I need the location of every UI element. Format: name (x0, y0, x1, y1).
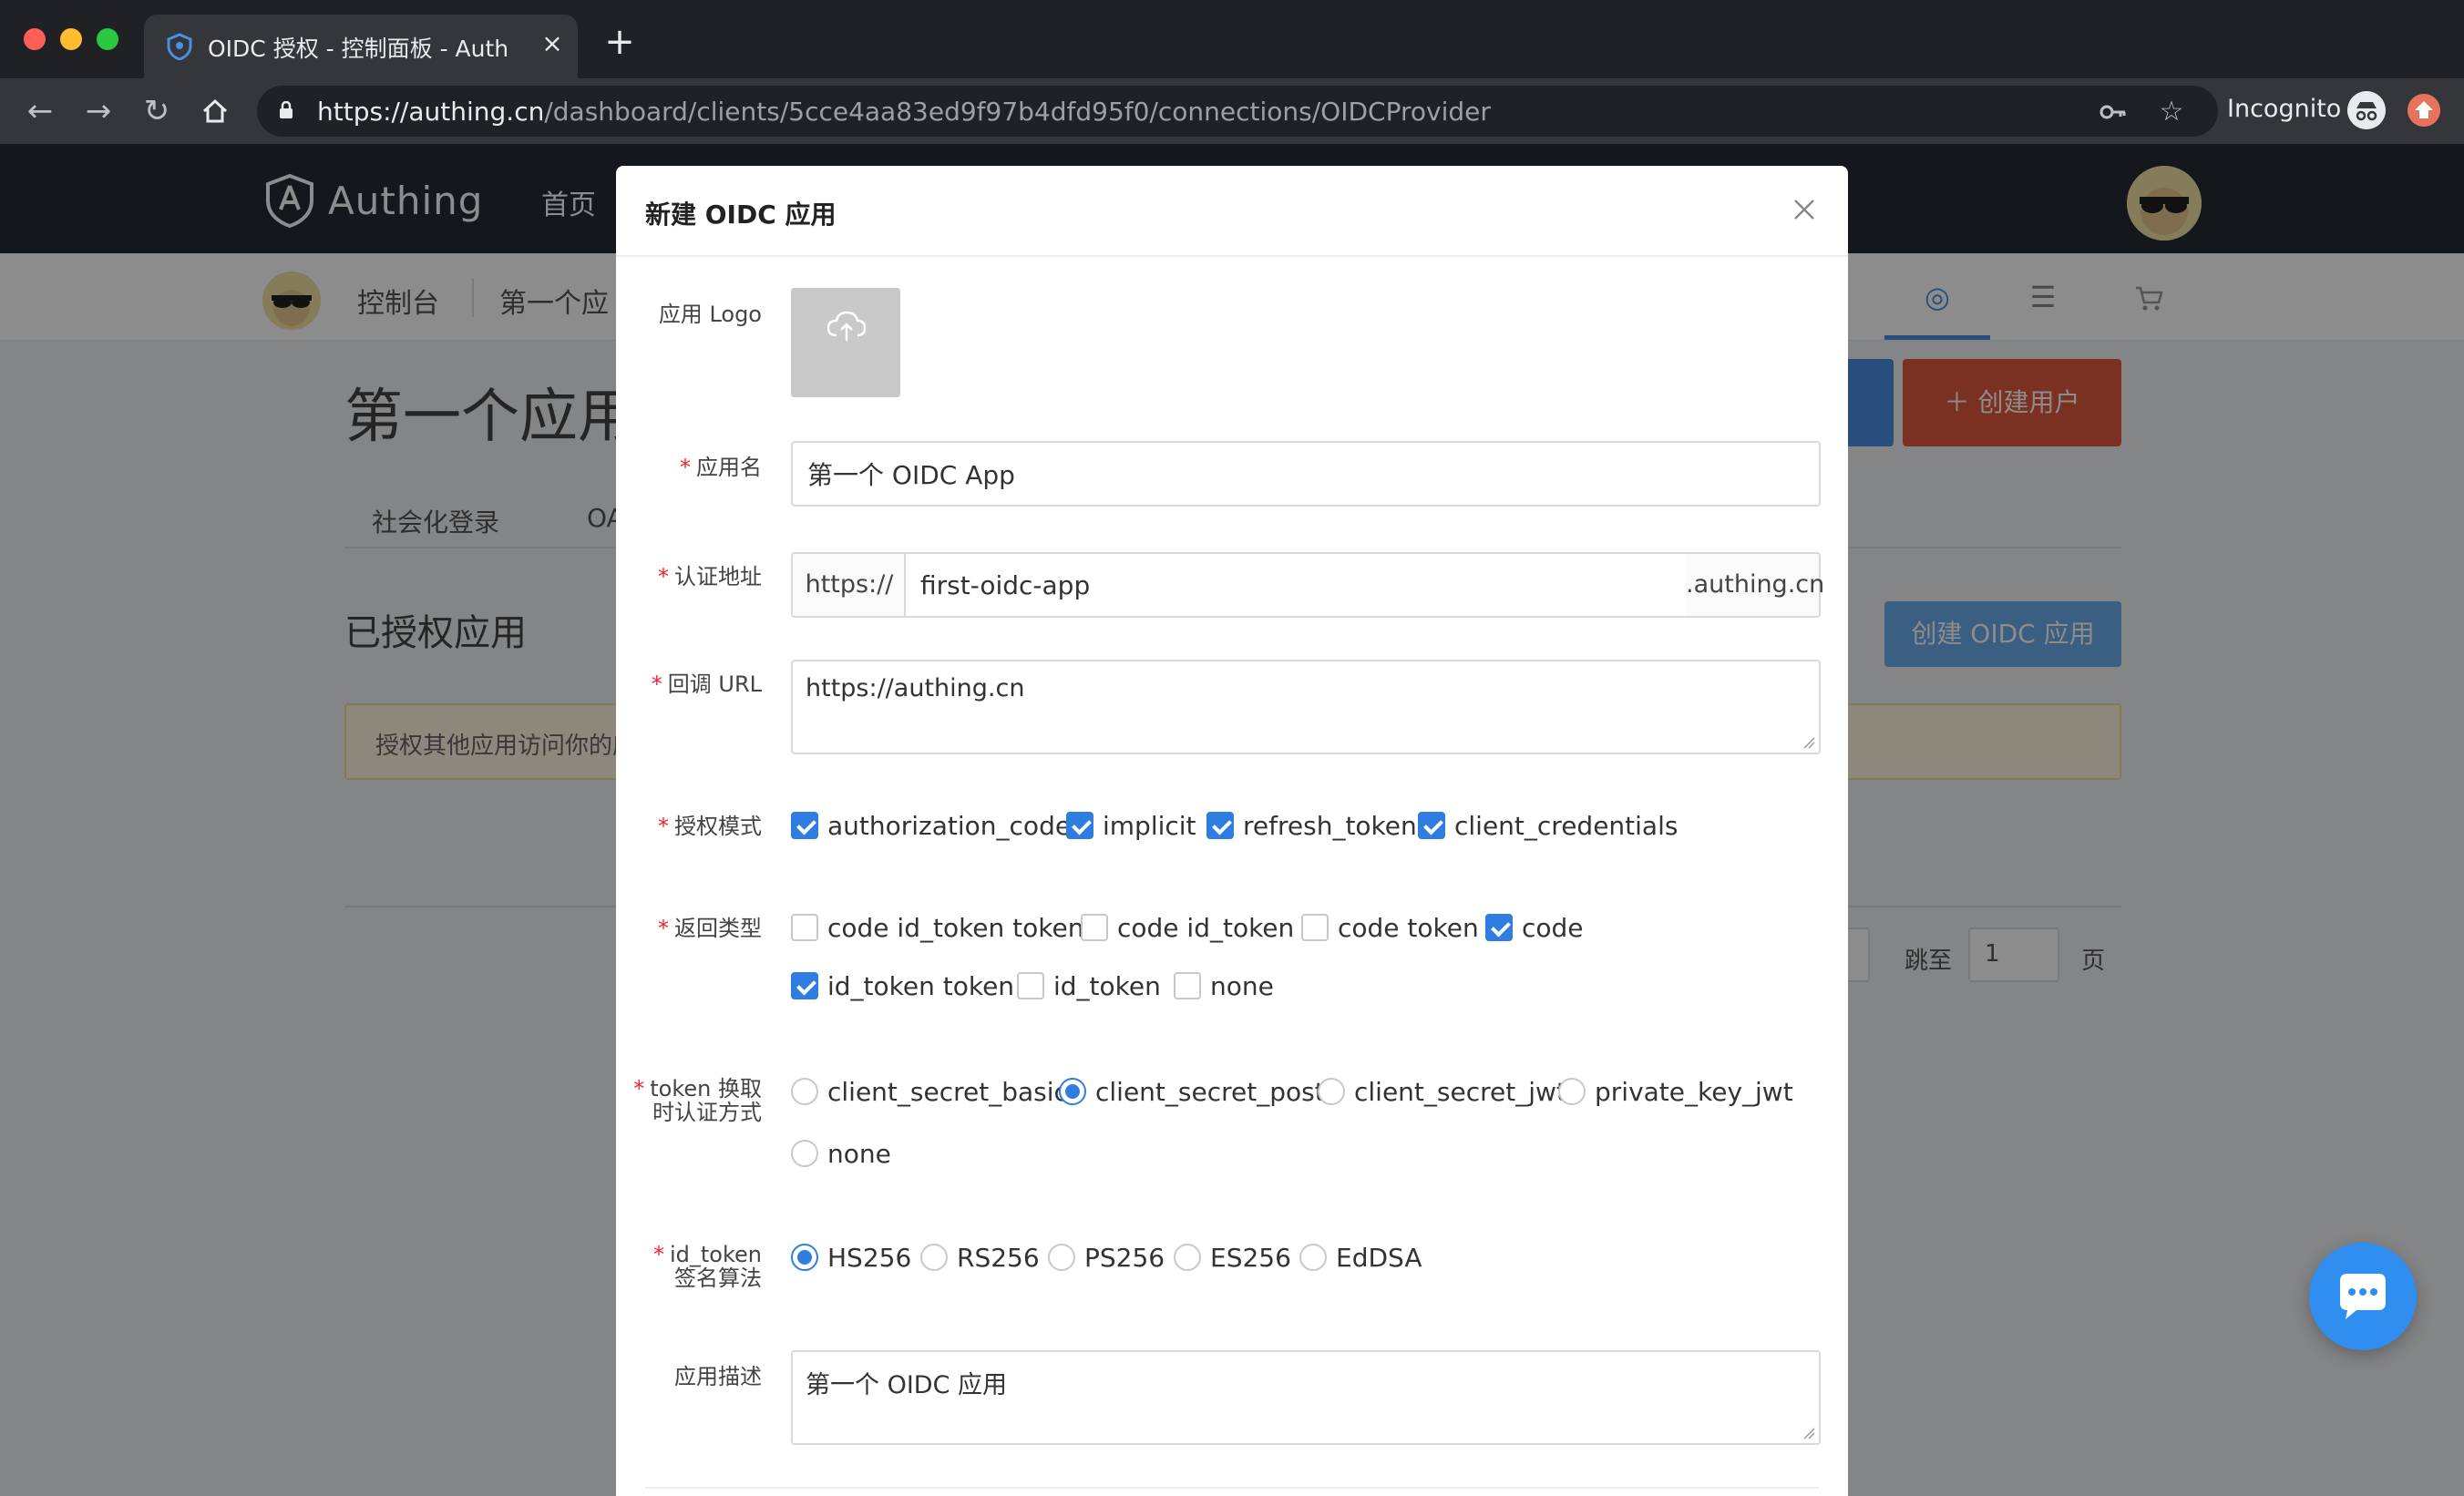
shield-icon (167, 33, 192, 60)
callback-url-textarea[interactable]: https://authing.cn (791, 660, 1821, 754)
radio[interactable] (920, 1244, 948, 1271)
app-description-textarea[interactable]: 第一个 OIDC 应用 (791, 1350, 1821, 1445)
response-option-code[interactable]: code (1485, 911, 1584, 944)
incognito-icon[interactable] (2347, 91, 2386, 129)
create-oidc-app-modal: 新建 OIDC 应用 应用 Logo *应用名 *认证地址 https:// .… (616, 166, 1848, 1496)
checkbox[interactable] (1017, 972, 1044, 999)
signing-alg-label: * id_token 签名算法 (652, 1242, 762, 1291)
reload-icon[interactable]: ↻ (140, 95, 173, 128)
extension-icon[interactable] (2408, 94, 2440, 127)
checkbox[interactable] (1485, 914, 1513, 941)
minimize-window-button[interactable] (60, 28, 82, 50)
app-description-value: 第一个 OIDC 应用 (806, 1371, 1008, 1399)
url-text: https://authing.cn/dashboard/clients/5cc… (317, 97, 1491, 127)
radio[interactable] (791, 1244, 818, 1271)
sign-alg-rs256[interactable]: RS256 (920, 1241, 1040, 1274)
auth-address-suffix: .authing.cn (1686, 552, 1824, 618)
checkbox[interactable] (791, 972, 818, 999)
callback-url-label: * 回调 URL (651, 671, 762, 697)
response-option-id-token[interactable]: id_token (1017, 969, 1161, 1002)
grant-option-client-credentials[interactable]: client_credentials (1418, 809, 1678, 842)
grant-option-refresh-token[interactable]: refresh_token (1206, 809, 1417, 842)
maximize-window-button[interactable] (97, 28, 118, 50)
cloud-upload-icon (826, 311, 867, 341)
tab-title: OIDC 授权 - 控制面板 - Authing (208, 36, 508, 62)
radio[interactable] (1299, 1244, 1327, 1271)
radio[interactable] (1048, 1244, 1075, 1271)
response-option-id-token-token[interactable]: id_token token (791, 969, 1014, 1002)
resize-handle-icon[interactable] (1802, 1427, 1815, 1440)
callback-url-value: https://authing.cn (806, 674, 1025, 702)
grant-option-implicit[interactable]: implicit (1066, 809, 1196, 842)
radio[interactable] (1318, 1078, 1345, 1105)
chat-support-button[interactable] (2309, 1243, 2417, 1350)
radio[interactable] (1059, 1078, 1086, 1105)
tab-close-icon[interactable]: × (536, 27, 569, 60)
browser-tab-strip: OIDC 授权 - 控制面板 - Authing × + (0, 0, 2464, 78)
checkbox[interactable] (791, 812, 818, 839)
modal-title: 新建 OIDC 应用 (645, 200, 837, 230)
back-icon[interactable]: ← (24, 95, 56, 128)
response-option-none[interactable]: none (1174, 969, 1274, 1002)
logo-upload[interactable] (791, 288, 900, 397)
checkbox[interactable] (1418, 812, 1445, 839)
lock-icon (280, 101, 293, 118)
sign-alg-ps256[interactable]: PS256 (1048, 1241, 1165, 1274)
token-auth-method-label: * token 换取 时认证方式 (633, 1076, 762, 1125)
response-option-code-token[interactable]: code token (1301, 911, 1479, 944)
browser-toolbar: ← → ↻ https://authing.cn/dashboard/clien… (0, 78, 2464, 144)
token-auth-private-key-jwt[interactable]: private_key_jwt (1558, 1075, 1793, 1108)
grant-type-label: * 授权模式 (658, 814, 762, 839)
close-window-button[interactable] (24, 28, 46, 50)
radio[interactable] (1174, 1244, 1201, 1271)
app-name-label: * 应用名 (680, 455, 762, 480)
token-auth-client-secret-post[interactable]: client_secret_post (1059, 1075, 1325, 1108)
incognito-label: Incognito (2227, 95, 2342, 123)
modal-footer-divider (645, 1487, 1819, 1489)
forward-icon[interactable]: → (82, 95, 115, 128)
response-option-code-id-token[interactable]: code id_token (1081, 911, 1294, 944)
radio[interactable] (791, 1078, 818, 1105)
response-type-label: * 返回类型 (658, 916, 762, 941)
modal-header: 新建 OIDC 应用 (616, 166, 1848, 257)
response-option-code-id-token-token[interactable]: code id_token token (791, 911, 1083, 944)
home-icon[interactable] (199, 95, 231, 128)
radio[interactable] (1558, 1078, 1586, 1105)
app-description-label: 应用描述 (674, 1364, 762, 1389)
sign-alg-hs256[interactable]: HS256 (791, 1241, 911, 1274)
address-bar[interactable]: https://authing.cn/dashboard/clients/5cc… (257, 86, 2218, 137)
token-auth-none[interactable]: none (791, 1137, 891, 1170)
sign-alg-eddsa[interactable]: EdDSA (1299, 1241, 1422, 1274)
token-auth-client-secret-jwt[interactable]: client_secret_jwt (1318, 1075, 1566, 1108)
checkbox[interactable] (791, 914, 818, 941)
token-auth-client-secret-basic[interactable]: client_secret_basic (791, 1075, 1068, 1108)
radio[interactable] (791, 1140, 818, 1167)
grant-option-authorization-code[interactable]: authorization_code (791, 809, 1071, 842)
close-icon[interactable] (1788, 193, 1821, 226)
auth-address-label: * 认证地址 (658, 564, 762, 589)
key-icon[interactable] (2098, 97, 2129, 128)
new-tab-button[interactable]: + (601, 24, 638, 60)
star-icon[interactable]: ☆ (2156, 97, 2187, 128)
browser-tab-active[interactable]: OIDC 授权 - 控制面板 - Authing × (144, 15, 578, 78)
checkbox[interactable] (1066, 812, 1093, 839)
checkbox[interactable] (1301, 914, 1329, 941)
auth-address-prefix: https:// (791, 552, 906, 618)
resize-handle-icon[interactable] (1802, 736, 1815, 749)
sign-alg-es256[interactable]: ES256 (1174, 1241, 1291, 1274)
checkbox[interactable] (1206, 812, 1234, 839)
logo-label: 应用 Logo (658, 302, 762, 327)
app-name-input[interactable] (791, 441, 1821, 507)
auth-address-input[interactable] (904, 552, 1688, 618)
checkbox[interactable] (1174, 972, 1201, 999)
checkbox[interactable] (1081, 914, 1108, 941)
